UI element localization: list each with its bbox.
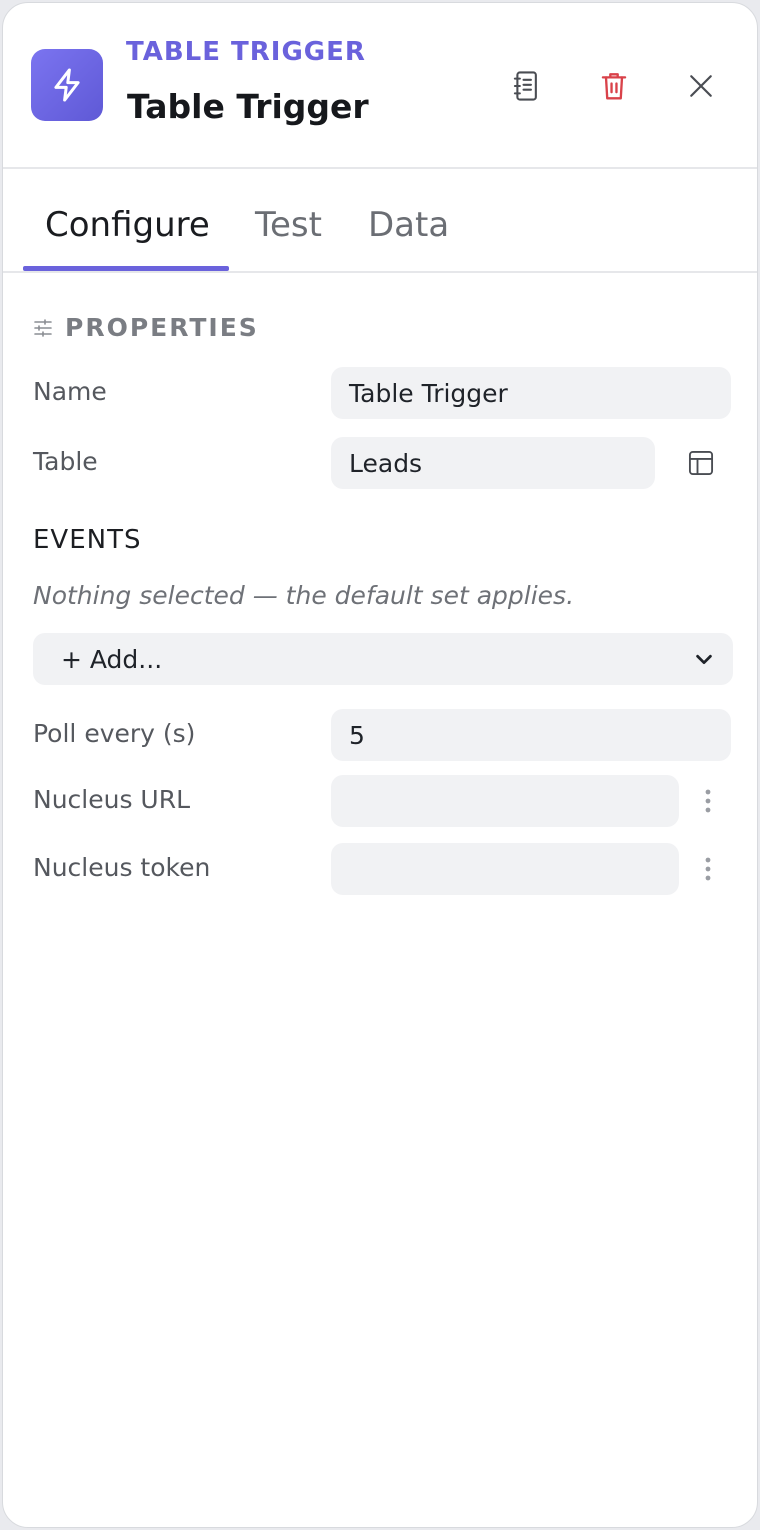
close-icon xyxy=(690,75,712,97)
notes-button[interactable] xyxy=(503,63,549,109)
lightning-bolt-icon xyxy=(31,49,103,121)
node-config-panel: TABLE TRIGGER Table Trigger Configure Te… xyxy=(2,2,758,1528)
trash-icon xyxy=(601,73,627,100)
nucleus-token-menu-button[interactable] xyxy=(693,849,723,889)
nucleus-url-label: Nucleus URL xyxy=(33,785,191,814)
chevron-down-icon xyxy=(696,654,712,665)
name-label: Name xyxy=(33,377,107,406)
nucleus-token-input[interactable] xyxy=(331,843,679,895)
active-tab-indicator xyxy=(23,266,229,271)
node-title: Table Trigger xyxy=(127,87,369,126)
tab-bar: Configure Test Data xyxy=(3,169,757,273)
more-vertical-icon xyxy=(705,857,711,881)
events-add-label: + Add... xyxy=(61,644,163,674)
events-add-select[interactable]: + Add... xyxy=(33,633,733,685)
events-title: EVENTS xyxy=(33,525,142,555)
nucleus-token-label: Nucleus token xyxy=(33,853,211,882)
table-label: Table xyxy=(33,447,98,476)
nucleus-url-input[interactable] xyxy=(331,775,679,827)
sliders-icon xyxy=(34,318,52,337)
properties-title: PROPERTIES xyxy=(65,313,259,342)
node-kind-label: TABLE TRIGGER xyxy=(126,37,366,67)
properties-section-header: PROPERTIES xyxy=(33,313,259,342)
name-input[interactable]: Table Trigger xyxy=(331,367,731,419)
panel-header: TABLE TRIGGER Table Trigger xyxy=(3,3,757,169)
tab-test[interactable]: Test xyxy=(255,205,322,245)
more-vertical-icon xyxy=(705,789,711,813)
table-icon xyxy=(688,450,714,476)
table-input[interactable]: Leads xyxy=(331,437,655,489)
events-hint: Nothing selected — the default set appli… xyxy=(33,581,575,610)
poll-label: Poll every (s) xyxy=(33,719,196,748)
close-button[interactable] xyxy=(678,63,724,109)
nucleus-url-menu-button[interactable] xyxy=(693,781,723,821)
tab-configure[interactable]: Configure xyxy=(45,205,210,245)
tab-data[interactable]: Data xyxy=(368,205,449,245)
delete-button[interactable] xyxy=(591,63,637,109)
notebook-icon xyxy=(513,71,537,101)
table-picker-button[interactable] xyxy=(681,443,721,483)
poll-input[interactable]: 5 xyxy=(331,709,731,761)
